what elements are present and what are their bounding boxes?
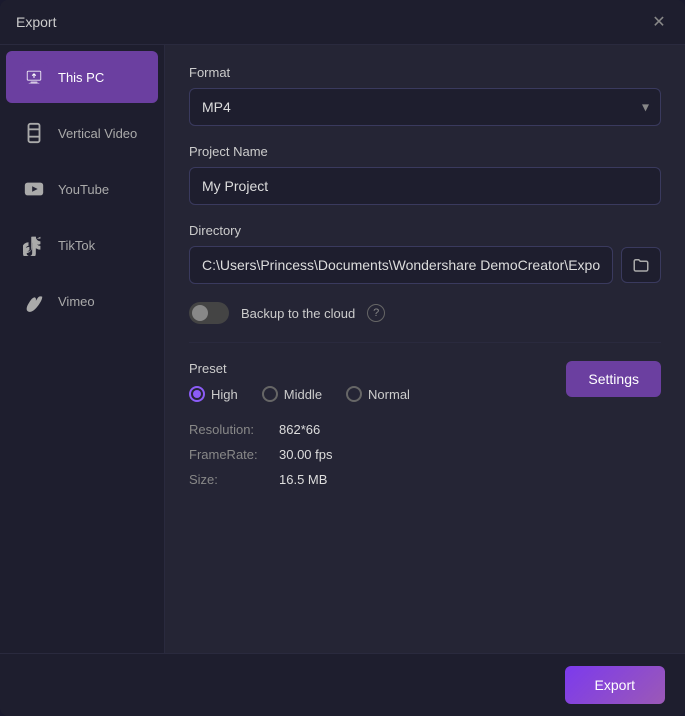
sidebar: This PC Vertical Video: [0, 45, 165, 653]
close-button[interactable]: ✕: [649, 12, 669, 32]
settings-button[interactable]: Settings: [566, 361, 661, 397]
cloud-backup-toggle[interactable]: [189, 302, 229, 324]
vertical-video-icon: [20, 119, 48, 147]
resolution-key: Resolution:: [189, 422, 279, 437]
preset-normal-radio: [346, 386, 362, 402]
folder-browse-button[interactable]: [621, 247, 661, 283]
framerate-value: 30.00 fps: [279, 447, 333, 462]
sidebar-item-label-vimeo: Vimeo: [58, 294, 95, 309]
sidebar-item-label-vertical-video: Vertical Video: [58, 126, 137, 141]
preset-high[interactable]: High: [189, 386, 238, 402]
tiktok-icon: [20, 231, 48, 259]
cloud-backup-row: Backup to the cloud ?: [189, 302, 661, 324]
export-window: Export ✕: [0, 0, 685, 716]
this-pc-icon: [20, 63, 48, 91]
format-label: Format: [189, 65, 661, 80]
spec-row-resolution: Resolution: 862*66: [189, 422, 661, 437]
preset-middle-label: Middle: [284, 387, 322, 402]
framerate-key: FrameRate:: [189, 447, 279, 462]
main-panel: Format MP4 ▾ Project Name Directory: [165, 45, 685, 653]
format-select-wrapper: MP4 ▾: [189, 88, 661, 126]
export-button[interactable]: Export: [565, 666, 665, 704]
preset-label: Preset: [189, 361, 566, 376]
preset-radio-group: High Middle Normal: [189, 386, 566, 402]
close-icon: ✕: [652, 12, 665, 32]
size-value: 16.5 MB: [279, 472, 327, 487]
preset-section: Preset High Middle Normal: [189, 361, 661, 402]
sidebar-item-youtube[interactable]: YouTube: [6, 163, 158, 215]
sidebar-item-tiktok[interactable]: TikTok: [6, 219, 158, 271]
sidebar-item-vertical-video[interactable]: Vertical Video: [6, 107, 158, 159]
preset-middle-radio: [262, 386, 278, 402]
format-group: Format MP4 ▾: [189, 65, 661, 126]
project-name-group: Project Name: [189, 144, 661, 205]
preset-left: Preset High Middle Normal: [189, 361, 566, 402]
spec-row-size: Size: 16.5 MB: [189, 472, 661, 487]
preset-high-label: High: [211, 387, 238, 402]
project-name-label: Project Name: [189, 144, 661, 159]
project-name-input[interactable]: [189, 167, 661, 205]
title-bar: Export ✕: [0, 0, 685, 45]
cloud-backup-label: Backup to the cloud: [241, 306, 355, 321]
vimeo-icon: [20, 287, 48, 315]
resolution-value: 862*66: [279, 422, 320, 437]
preset-high-radio: [189, 386, 205, 402]
format-select[interactable]: MP4: [189, 88, 661, 126]
help-icon[interactable]: ?: [367, 304, 385, 322]
directory-row: [189, 246, 661, 284]
specs-section: Resolution: 862*66 FrameRate: 30.00 fps …: [189, 422, 661, 487]
toggle-slider: [189, 302, 229, 324]
divider: [189, 342, 661, 343]
preset-normal[interactable]: Normal: [346, 386, 410, 402]
sidebar-item-this-pc[interactable]: This PC: [6, 51, 158, 103]
directory-group: Directory: [189, 223, 661, 284]
preset-normal-label: Normal: [368, 387, 410, 402]
directory-input[interactable]: [189, 246, 613, 284]
sidebar-item-label-tiktok: TikTok: [58, 238, 95, 253]
sidebar-item-label-this-pc: This PC: [58, 70, 104, 85]
sidebar-item-label-youtube: YouTube: [58, 182, 109, 197]
window-title: Export: [16, 14, 56, 30]
sidebar-item-vimeo[interactable]: Vimeo: [6, 275, 158, 327]
directory-label: Directory: [189, 223, 661, 238]
size-key: Size:: [189, 472, 279, 487]
spec-row-framerate: FrameRate: 30.00 fps: [189, 447, 661, 462]
folder-icon: [632, 256, 650, 274]
preset-middle[interactable]: Middle: [262, 386, 322, 402]
bottom-bar: Export: [0, 653, 685, 716]
youtube-icon: [20, 175, 48, 203]
